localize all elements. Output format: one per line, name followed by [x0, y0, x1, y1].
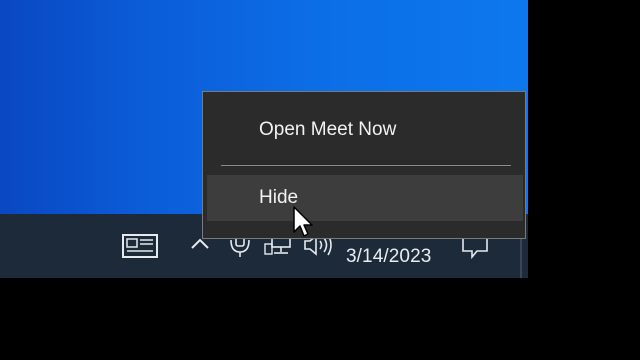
menu-separator [221, 165, 511, 166]
news-and-interests-icon[interactable] [120, 232, 160, 260]
screen: 3/14/2023 Open Meet Now Hide [0, 0, 528, 278]
taskbar-date[interactable]: 3/14/2023 [346, 246, 431, 268]
context-menu: Open Meet Now Hide [202, 91, 526, 239]
menu-item-open-meet-now[interactable]: Open Meet Now [203, 110, 525, 150]
menu-item-label: Open Meet Now [259, 119, 397, 140]
menu-item-hide[interactable]: Hide [207, 175, 523, 221]
mouse-pointer-icon [292, 205, 322, 241]
